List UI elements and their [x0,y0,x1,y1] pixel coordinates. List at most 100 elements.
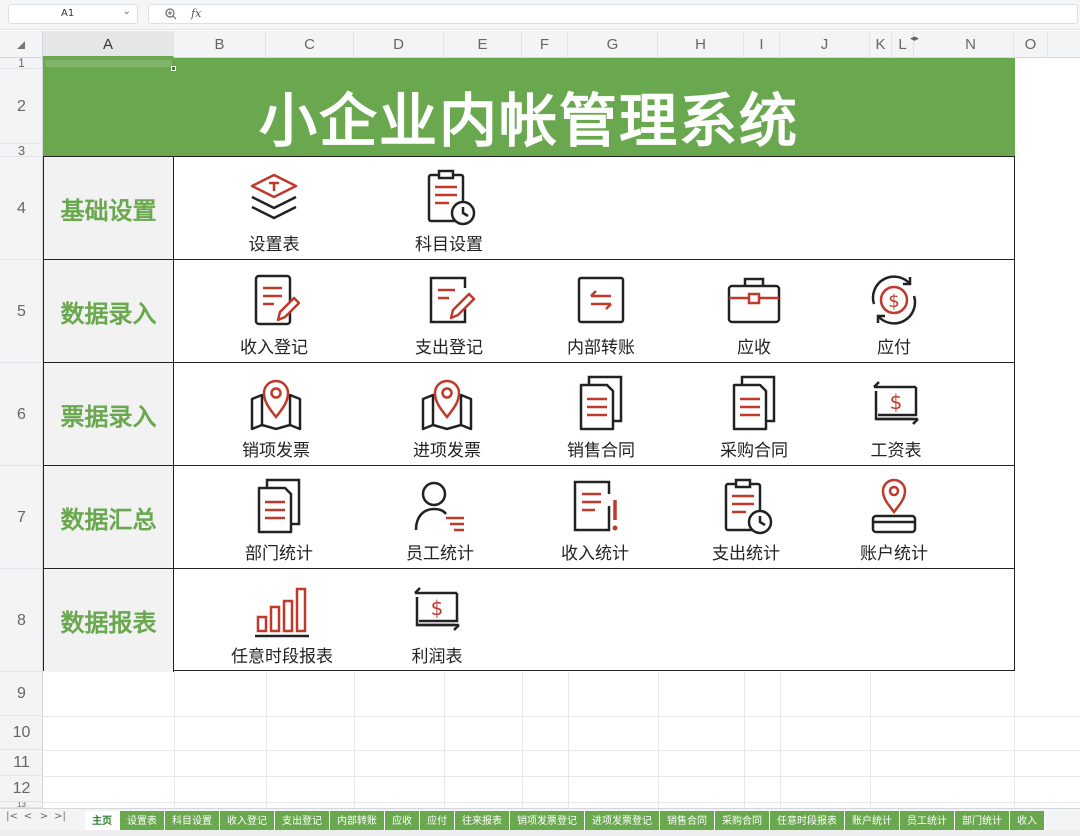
cell-grid[interactable]: 小企业内帐管理系统 基础设置 设置表 科目设置 数据录入 收入登记 支出登记 内… [43,58,1080,812]
select-all-corner[interactable] [0,31,43,58]
column-header-o[interactable]: O [1014,31,1048,58]
documents-icon [732,375,776,431]
sheet-tab[interactable]: 设置表 [120,811,165,830]
gridline [266,672,267,812]
gridline [43,802,1080,803]
sheet-tab[interactable]: 科目设置 [165,811,220,830]
menu-item-label: 应收 [737,338,771,358]
dollar-refresh-icon: $ [871,275,917,325]
menu-item-income-entry[interactable]: 收入登记 [214,260,334,362]
sheet-tab[interactable]: 主页 [85,811,120,830]
formula-input[interactable]: fx [148,4,1078,24]
briefcase-icon [727,277,781,324]
menu-item-payable[interactable]: $ 应付 [834,260,954,362]
fx-icon[interactable]: fx [191,7,201,20]
menu-item-label: 进项发票 [413,441,481,461]
sheet-tab[interactable]: 内部转账 [330,811,385,830]
name-box-value: A1 [61,8,75,19]
row-header-12[interactable]: 12 [0,776,43,802]
row-header-6[interactable]: 6 [0,363,43,466]
chevron-down-icon[interactable]: ⌄ [123,6,131,17]
first-sheet-icon[interactable]: |< [4,811,20,822]
row-label-text: 数据录入 [60,300,157,328]
sheet-tab[interactable]: 收入 [1010,811,1045,830]
menu-item-input-invoice[interactable]: 进项发票 [387,363,507,465]
column-header-g[interactable]: G [568,31,658,58]
sheet-tab[interactable]: 采购合同 [715,811,770,830]
row-header-5[interactable]: 5 [0,260,43,363]
column-header-n[interactable]: N [928,31,1014,58]
menu-item-sales-contract[interactable]: 销售合同 [541,363,661,465]
column-header-b[interactable]: B [174,31,266,58]
row-header-8[interactable]: 8 [0,569,43,672]
row-label-basic: 基础设置 [44,157,174,259]
sheet-tab[interactable]: 销项发票登记 [510,811,585,830]
menu-item-settings-table[interactable]: 设置表 [214,157,334,259]
menu-item-internal-transfer[interactable]: 内部转账 [541,260,661,362]
next-sheet-icon[interactable]: > [36,811,52,822]
sheet-tab[interactable]: 支出登记 [275,811,330,830]
sheet-tab[interactable]: 任意时段报表 [770,811,845,830]
user-list-icon [414,481,464,532]
sheet-tab[interactable]: 部门统计 [955,811,1010,830]
sheet-tab[interactable]: 收入登记 [220,811,275,830]
row-header-2[interactable]: 2 [0,69,43,144]
menu-item-profit-statement[interactable]: $ 利润表 [377,569,497,672]
menu-table: 基础设置 设置表 科目设置 数据录入 收入登记 支出登记 内部转账 应收 $ 应… [43,156,1015,672]
column-header-e[interactable]: E [444,31,522,58]
row-header-1[interactable]: 1 [0,57,43,69]
column-header-a[interactable]: A [43,31,174,58]
sheet-tab[interactable]: 进项发票登记 [585,811,660,830]
row-header-9[interactable]: 9 [0,672,43,716]
row-header-10[interactable]: 10 [0,716,43,750]
column-header-i[interactable]: I [744,31,780,58]
column-header: A B C D E F G H I J K L ◂▸ N O [0,31,1080,58]
row-header-4[interactable]: 4 [0,157,43,260]
sheet-tab[interactable]: 应收 [385,811,420,830]
formula-bar: A1 ⌄ fx [0,0,1080,30]
column-header-d[interactable]: D [354,31,444,58]
menu-item-expense-entry[interactable]: 支出登记 [389,260,509,362]
row-header: 1 2 3 4 5 6 7 8 9 10 11 12 13 [0,57,43,808]
dollar-bill-icon: $ [414,587,460,631]
menu-item-account-settings[interactable]: 科目设置 [389,157,509,259]
svg-text:$: $ [890,390,903,414]
menu-item-income-stats[interactable]: 收入统计 [535,466,655,568]
menu-item-label: 收入统计 [561,544,629,564]
menu-item-label: 账户统计 [860,544,928,564]
menu-item-account-stats[interactable]: 账户统计 [834,466,954,568]
gridline [43,776,1080,777]
menu-item-department-stats[interactable]: 部门统计 [219,466,339,568]
menu-item-receivable[interactable]: 应收 [694,260,814,362]
menu-item-period-report[interactable]: 任意时段报表 [222,569,342,672]
column-header-f[interactable]: F [522,31,568,58]
hidden-columns-indicator[interactable]: ◂▸ [910,34,919,44]
prev-sheet-icon[interactable]: < [20,811,36,822]
map-pin-icon [250,379,302,431]
zoom-icon[interactable] [165,8,177,20]
column-header-c[interactable]: C [266,31,354,58]
column-header-h[interactable]: H [658,31,744,58]
row-header-11[interactable]: 11 [0,750,43,776]
menu-item-payroll[interactable]: $ 工资表 [836,363,956,465]
sheet-tab[interactable]: 往来报表 [455,811,510,830]
bar-chart-icon [255,587,309,638]
row-header-7[interactable]: 7 [0,466,43,569]
menu-item-label: 设置表 [248,235,300,255]
sheet-tab[interactable]: 销售合同 [660,811,715,830]
clipboard-clock-icon [724,478,773,535]
sheet-tab[interactable]: 应付 [420,811,455,830]
column-header-j[interactable]: J [780,31,870,58]
menu-item-purchase-contract[interactable]: 采购合同 [694,363,814,465]
name-box[interactable]: A1 ⌄ [8,4,138,24]
row-header-3[interactable]: 3 [0,144,43,157]
active-cell-selection[interactable] [43,58,176,71]
menu-item-employee-stats[interactable]: 员工统计 [380,466,500,568]
menu-item-output-invoice[interactable]: 销项发票 [216,363,336,465]
last-sheet-icon[interactable]: >| [52,811,68,822]
column-header-k[interactable]: K [870,31,892,58]
sheet-tab[interactable]: 账户统计 [845,811,900,830]
fill-handle[interactable] [171,66,176,71]
menu-item-expense-stats[interactable]: 支出统计 [686,466,806,568]
sheet-tab[interactable]: 员工统计 [900,811,955,830]
